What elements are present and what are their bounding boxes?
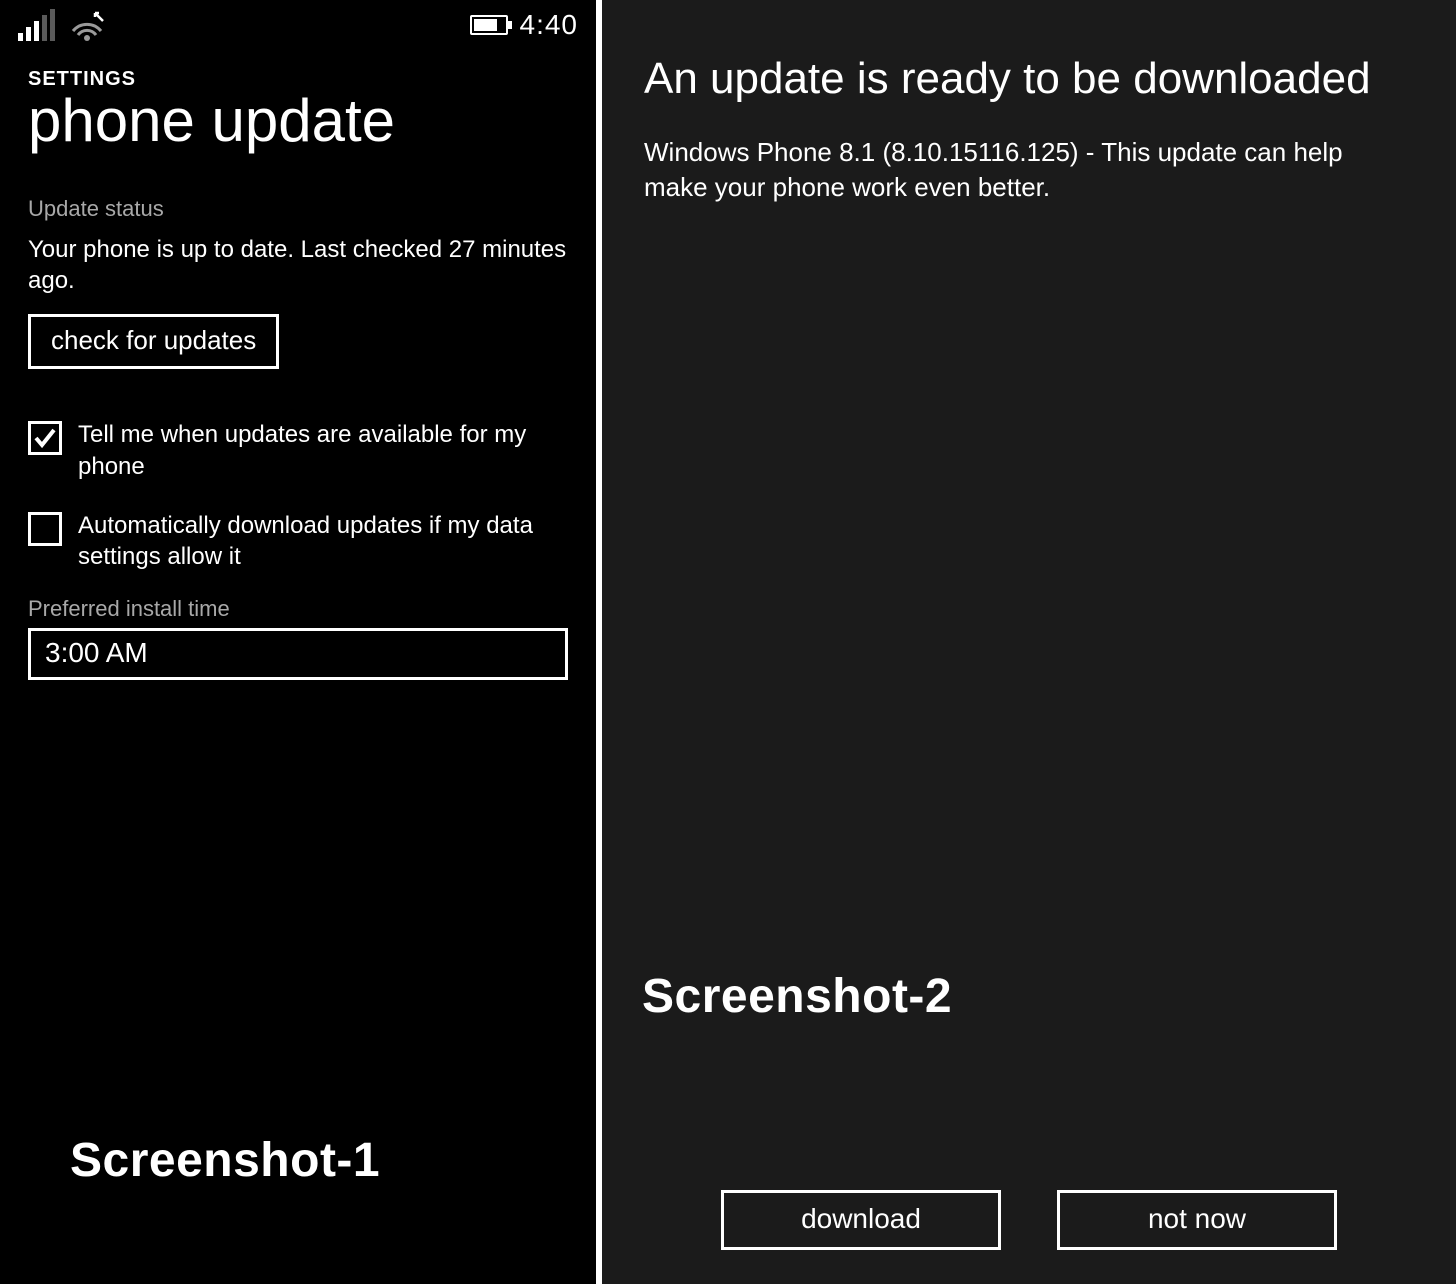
install-time-label: Preferred install time	[28, 596, 568, 622]
status-bar: 4:40	[0, 0, 596, 44]
overlay-caption-2: Screenshot-2	[642, 969, 952, 1024]
status-left-group	[18, 9, 105, 41]
battery-icon	[470, 15, 508, 35]
left-content: SETTINGS phone update Update status Your…	[0, 44, 596, 680]
screenshot-2-panel: An update is ready to be downloaded Wind…	[596, 0, 1456, 1284]
bottom-actions: download not now	[602, 1190, 1456, 1250]
not-now-button[interactable]: not now	[1057, 1190, 1337, 1250]
status-right-group: 4:40	[470, 9, 579, 41]
checkmark-icon	[33, 426, 57, 450]
auto-download-row: Automatically download updates if my dat…	[28, 510, 568, 572]
auto-download-checkbox[interactable]	[28, 512, 62, 546]
update-status-label: Update status	[28, 196, 568, 222]
page-title: phone update	[28, 89, 568, 152]
check-for-updates-button[interactable]: check for updates	[28, 314, 279, 369]
update-ready-body: Windows Phone 8.1 (8.10.15116.125) - Thi…	[644, 135, 1406, 205]
screenshot-1-panel: 4:40 SETTINGS phone update Update status…	[0, 0, 596, 1284]
notify-updates-row: Tell me when updates are available for m…	[28, 419, 568, 481]
download-button[interactable]: download	[721, 1190, 1001, 1250]
install-time-select[interactable]: 3:00 AM	[28, 628, 568, 680]
auto-download-label: Automatically download updates if my dat…	[78, 510, 568, 572]
right-content: An update is ready to be downloaded Wind…	[602, 0, 1456, 205]
update-status-text: Your phone is up to date. Last checked 2…	[28, 234, 568, 296]
update-ready-title: An update is ready to be downloaded	[644, 54, 1406, 105]
wifi-icon	[69, 11, 105, 41]
notify-updates-label: Tell me when updates are available for m…	[78, 419, 568, 481]
clock-text: 4:40	[520, 9, 579, 41]
notify-updates-checkbox[interactable]	[28, 421, 62, 455]
cellular-signal-icon	[18, 9, 55, 41]
overlay-caption-1: Screenshot-1	[70, 1133, 380, 1188]
